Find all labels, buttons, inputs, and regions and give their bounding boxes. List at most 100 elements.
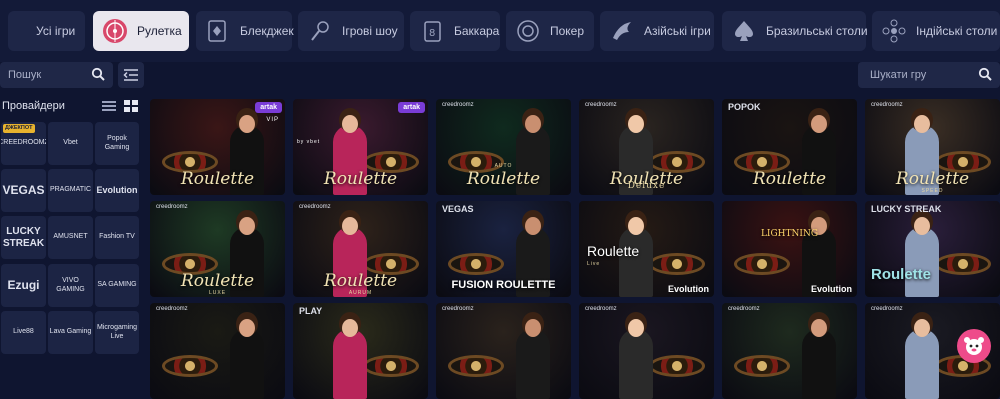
provider-name: Live88 <box>13 328 34 336</box>
game-subtitle: Deluxe <box>627 181 666 191</box>
game-search-input[interactable]: Шукати гру <box>858 62 1000 88</box>
provider-item[interactable]: Live88 <box>1 311 46 354</box>
provider-item[interactable]: ДЖЕКПОТ CREEDROOMZ <box>1 122 46 165</box>
dealer-head <box>628 115 644 133</box>
game-title: Roulette <box>871 266 931 283</box>
category-tab-6[interactable]: Азійські ігри <box>600 11 714 51</box>
game-tile[interactable]: creedroomz <box>722 303 857 399</box>
provider-item[interactable]: PRAGMATIC <box>48 169 93 212</box>
game-tile[interactable]: creedroomz Roulette LUXE <box>150 201 285 297</box>
category-label: Баккара <box>454 24 500 38</box>
category-label: Усі ігри <box>36 24 76 38</box>
dealer-figure <box>333 329 367 399</box>
provider-item[interactable]: Evolution <box>95 169 139 212</box>
provider-name: Popok Gaming <box>104 135 130 151</box>
provider-item[interactable]: SA GAMING <box>95 264 139 307</box>
game-provider-logo: POPOK <box>728 102 761 112</box>
provider-name: Vbet <box>63 139 78 147</box>
grid-view-icon[interactable] <box>124 100 138 112</box>
provider-item[interactable]: LUCKY STREAK <box>1 216 46 259</box>
dealer-head <box>525 115 541 133</box>
game-title: Roulette <box>180 271 255 291</box>
game-tile[interactable]: LIGHTNING Evolution <box>722 201 857 297</box>
dealer-head <box>525 319 541 337</box>
roulette-wheel <box>448 355 504 377</box>
game-provider-logo: creedroomz <box>442 102 474 108</box>
collapse-filter-button[interactable] <box>118 62 144 88</box>
game-subtitle: SPEED <box>921 188 944 194</box>
game-provider-logo: LUCKY STREAK <box>871 204 942 214</box>
category-tab-4[interactable]: 8 Баккара <box>410 11 500 51</box>
game-tile[interactable]: LUCKY STREAK Roulette <box>865 201 1000 297</box>
game-tile[interactable]: creedroomz Roulette SPEED <box>865 99 1000 195</box>
game-tile[interactable]: creedroomz Roulette AURUM <box>293 201 428 297</box>
chat-support-button[interactable] <box>957 329 991 363</box>
provider-item[interactable]: Fashion TV <box>95 216 139 259</box>
game-tile[interactable]: artak Roulette VIP <box>150 99 285 195</box>
provider-item[interactable]: Lava Gaming <box>48 311 93 354</box>
provider-name: AMUSNET <box>53 233 88 241</box>
category-tab-8[interactable]: Індійські столи <box>872 11 1000 51</box>
game-provider-logo: PLAY <box>299 306 323 316</box>
game-tile[interactable]: creedroomz <box>436 303 571 399</box>
svg-text:8: 8 <box>429 28 435 39</box>
evolution-logo: Evolution <box>668 284 709 294</box>
provider-name: VIVO GAMING <box>56 277 85 293</box>
game-title: Roulette <box>323 169 398 189</box>
provider-item[interactable]: AMUSNET <box>48 216 93 259</box>
provider-item[interactable]: Popok Gaming <box>95 122 139 165</box>
category-label: Покер <box>550 24 585 38</box>
game-provider-logo: creedroomz <box>585 102 617 108</box>
game-subtitle: LUXE <box>208 290 227 296</box>
category-tab-2[interactable]: Блекджек <box>196 11 294 51</box>
dealer-head <box>239 217 255 235</box>
provider-search-input[interactable]: Пошук <box>0 62 113 88</box>
game-tile[interactable]: creedroomz <box>579 303 714 399</box>
game-tile[interactable]: artak Roulette by vbet <box>293 99 428 195</box>
provider-name: SA GAMING <box>97 281 137 289</box>
provider-search-placeholder: Пошук <box>8 69 42 81</box>
provider-item[interactable]: Ezugi <box>1 264 46 307</box>
category-tab-1[interactable]: Рулетка <box>93 11 189 51</box>
jackpot-badge: ДЖЕКПОТ <box>3 124 35 133</box>
category-tab-0[interactable]: Усі ігри <box>8 11 85 51</box>
game-tile[interactable]: VEGAS FUSION ROULETTE <box>436 201 571 297</box>
category-tab-3[interactable]: Ігрові шоу <box>298 11 404 51</box>
provider-item[interactable]: VEGAS <box>1 169 46 212</box>
game-subtitle: AUTO <box>494 163 513 169</box>
list-view-icon[interactable] <box>102 100 116 112</box>
game-subtitle: by vbet <box>297 139 321 145</box>
game-provider-logo: creedroomz <box>728 306 760 312</box>
game-tile[interactable]: creedroomz Roulette AUTO <box>436 99 571 195</box>
dealer-head <box>914 115 930 133</box>
roulette-wheel <box>363 355 419 377</box>
game-tile[interactable]: creedroomz <box>150 303 285 399</box>
all-games-icon <box>8 11 36 51</box>
game-tile[interactable]: Roulette Live Evolution <box>579 201 714 297</box>
game-provider-logo: creedroomz <box>585 306 617 312</box>
dealer-head <box>239 115 255 133</box>
game-tile[interactable]: creedroomz Roulette Deluxe <box>579 99 714 195</box>
providers-title: Провайдери <box>2 100 65 112</box>
provider-item[interactable]: VIVO GAMING <box>48 264 93 307</box>
provider-item[interactable]: Microgaming Live <box>95 311 139 354</box>
dealer-figure <box>619 227 653 297</box>
game-provider-logo: creedroomz <box>442 306 474 312</box>
dealer-figure <box>905 227 939 297</box>
game-provider-badge: artak <box>398 102 425 113</box>
game-subtitle: AURUM <box>348 290 373 296</box>
game-provider-logo: creedroomz <box>156 306 188 312</box>
game-subtitle: VIP <box>266 117 279 123</box>
poker-chip-icon <box>506 11 550 51</box>
roulette-wheel <box>649 355 705 377</box>
category-tab-5[interactable]: Покер <box>506 11 594 51</box>
game-title: FUSION ROULETTE <box>451 279 556 291</box>
category-tab-7[interactable]: Бразильські столи <box>722 11 868 51</box>
game-tile[interactable]: POPOK Roulette <box>722 99 857 195</box>
provider-name: LUCKY STREAK <box>2 225 45 249</box>
provider-item[interactable]: Vbet <box>48 122 93 165</box>
dealer-figure <box>905 329 939 399</box>
game-tile[interactable]: PLAY <box>293 303 428 399</box>
game-title: Roulette <box>323 271 398 291</box>
game-provider-badge: artak <box>255 102 282 113</box>
